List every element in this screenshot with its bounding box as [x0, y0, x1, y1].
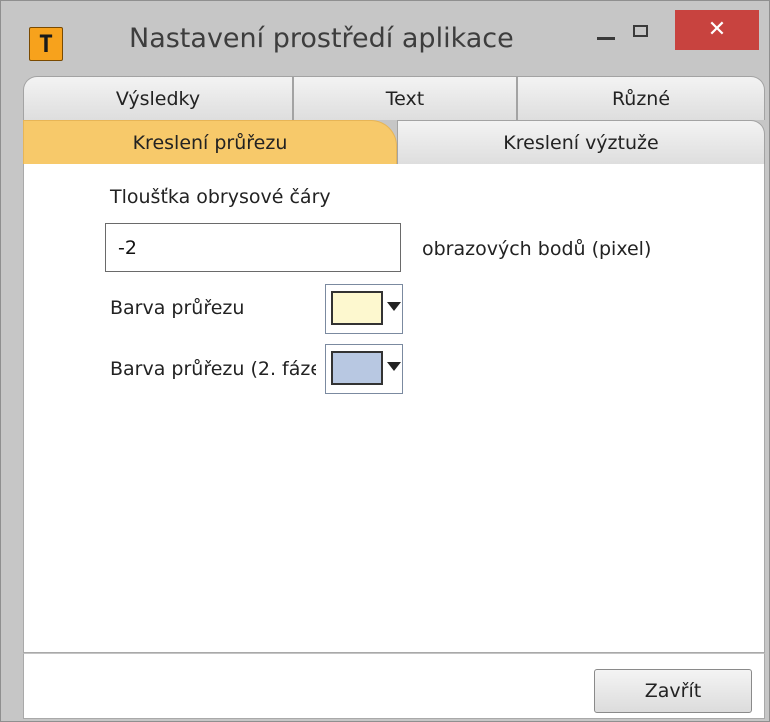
app-logo-icon[interactable]: T [29, 27, 63, 61]
section-color-2-label: Barva průřezu (2. fáze) [110, 358, 316, 380]
outline-thickness-input[interactable] [105, 223, 401, 272]
maximize-icon [633, 25, 648, 37]
section-color-2-swatch [331, 351, 383, 385]
section-color-label: Barva průřezu [110, 297, 245, 319]
tab-misc[interactable]: Různé [517, 76, 765, 120]
tab-section-drawing[interactable]: Kreslení průřezu [23, 120, 397, 164]
close-window-button[interactable]: ✕ [675, 10, 759, 50]
app-logo-glyph: T [38, 30, 54, 58]
dialog-footer: Zavřít [23, 653, 765, 719]
tab-row-bottom: Kreslení průřezu Kreslení výztuže [23, 120, 765, 164]
outline-thickness-label: Tloušťka obrysové čáry [110, 186, 331, 208]
section-color-2-label-clip: Barva průřezu (2. fáze) [110, 358, 316, 384]
section-color-swatch [331, 291, 383, 325]
tab-reinforcement-drawing[interactable]: Kreslení výztuže [397, 120, 765, 164]
tab-text[interactable]: Text [293, 76, 517, 120]
tab-content-panel: Tloušťka obrysové čáry obrazových bodů (… [23, 164, 765, 653]
maximize-button[interactable] [621, 15, 661, 49]
close-button[interactable]: Zavřít [594, 669, 752, 713]
section-color-picker[interactable] [325, 284, 403, 334]
chevron-down-icon [387, 362, 401, 371]
settings-window: T Nastavení prostředí aplikace ✕ Výsledk… [0, 0, 770, 722]
window-title: Nastavení prostředí aplikace [129, 23, 514, 54]
close-icon: ✕ [707, 17, 727, 42]
section-color-2-picker[interactable] [325, 344, 403, 394]
unit-label: obrazových bodů (pixel) [422, 238, 652, 260]
title-bar[interactable]: T Nastavení prostředí aplikace ✕ [1, 1, 769, 85]
tab-row-top: Výsledky Text Různé [23, 76, 765, 120]
chevron-down-icon [387, 302, 401, 311]
tab-results[interactable]: Výsledky [23, 76, 293, 120]
minimize-icon [597, 37, 615, 40]
